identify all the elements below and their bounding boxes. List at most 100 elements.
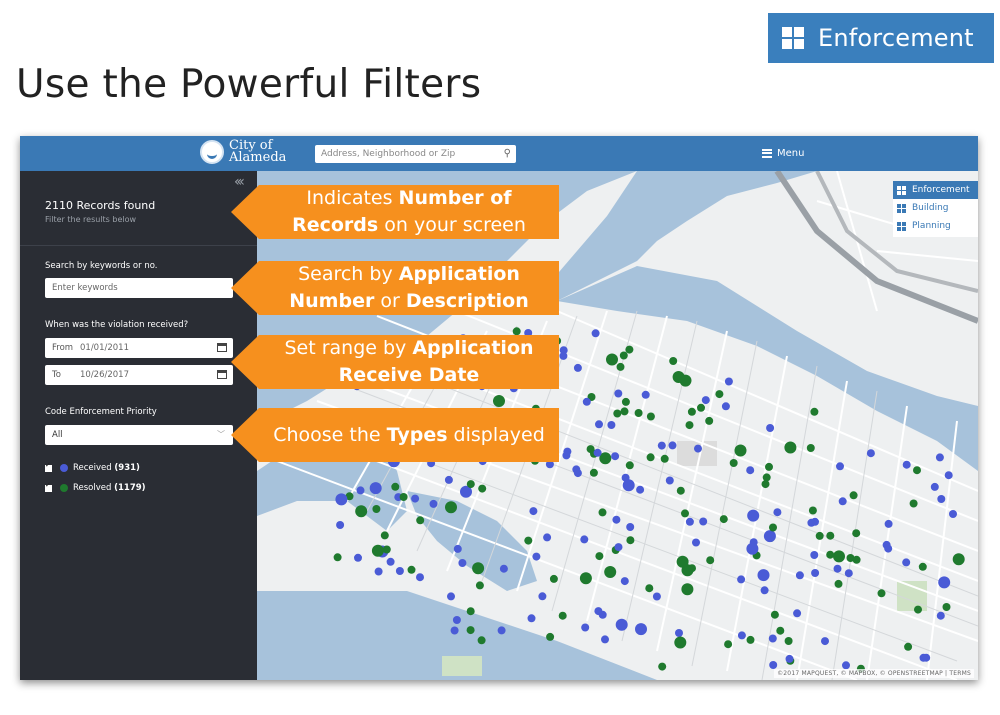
calendar-icon[interactable]	[217, 343, 227, 352]
record-marker[interactable]	[747, 509, 760, 522]
layer-building[interactable]: Building	[893, 199, 978, 217]
record-marker[interactable]	[866, 449, 875, 458]
record-marker[interactable]	[833, 550, 845, 563]
record-marker[interactable]	[621, 397, 630, 406]
record-marker[interactable]	[882, 540, 891, 549]
record-marker[interactable]	[472, 562, 485, 575]
record-marker[interactable]	[407, 565, 416, 574]
record-marker[interactable]	[937, 495, 946, 503]
record-marker[interactable]	[719, 515, 728, 524]
received-checkbox[interactable]	[45, 461, 52, 472]
layer-planning[interactable]: Planning	[893, 217, 978, 235]
record-marker[interactable]	[386, 557, 395, 566]
record-marker[interactable]	[333, 553, 342, 562]
record-marker[interactable]	[784, 637, 793, 645]
record-marker[interactable]	[721, 402, 730, 411]
record-marker[interactable]	[620, 577, 629, 586]
record-marker[interactable]	[746, 635, 755, 644]
record-marker[interactable]	[685, 421, 694, 430]
record-marker[interactable]	[619, 351, 628, 360]
to-date-input[interactable]: To 10/26/2017	[45, 365, 233, 385]
record-marker[interactable]	[635, 623, 647, 636]
record-marker[interactable]	[746, 466, 755, 475]
resolved-checkbox[interactable]	[45, 481, 52, 492]
record-marker[interactable]	[354, 553, 362, 562]
record-marker[interactable]	[669, 357, 678, 365]
record-marker[interactable]	[478, 484, 487, 493]
record-marker[interactable]	[580, 535, 589, 544]
record-marker[interactable]	[595, 420, 603, 429]
record-marker[interactable]	[466, 607, 475, 616]
city-logo[interactable]: City of Alameda	[200, 139, 286, 164]
search-icon[interactable]: ⚲	[504, 148, 511, 159]
record-marker[interactable]	[715, 390, 724, 399]
record-marker[interactable]	[532, 552, 541, 561]
record-marker[interactable]	[834, 579, 843, 588]
record-marker[interactable]	[763, 530, 776, 543]
record-marker[interactable]	[815, 531, 824, 540]
record-marker[interactable]	[806, 444, 815, 452]
keyword-input[interactable]: Enter keywords	[45, 278, 233, 298]
record-marker[interactable]	[645, 584, 654, 593]
legend-resolved[interactable]: Resolved (1179)	[45, 481, 146, 493]
record-marker[interactable]	[674, 636, 687, 649]
record-marker[interactable]	[466, 626, 475, 635]
record-marker[interactable]	[676, 486, 685, 495]
record-marker[interactable]	[445, 501, 457, 514]
record-marker[interactable]	[452, 616, 461, 624]
record-marker[interactable]	[919, 653, 928, 662]
record-marker[interactable]	[399, 493, 408, 501]
record-marker[interactable]	[625, 345, 634, 354]
record-marker[interactable]	[458, 559, 467, 567]
record-marker[interactable]	[737, 631, 746, 640]
record-marker[interactable]	[765, 462, 773, 471]
record-marker[interactable]	[369, 482, 382, 495]
record-marker[interactable]	[543, 533, 552, 542]
record-marker[interactable]	[942, 603, 951, 611]
record-marker[interactable]	[380, 531, 389, 540]
record-marker[interactable]	[705, 416, 714, 425]
record-marker[interactable]	[737, 575, 746, 584]
record-marker[interactable]	[729, 459, 738, 467]
record-marker[interactable]	[902, 460, 911, 469]
record-marker[interactable]	[657, 441, 666, 450]
record-marker[interactable]	[453, 544, 462, 553]
record-marker[interactable]	[595, 552, 604, 561]
record-marker[interactable]	[591, 329, 600, 338]
record-marker[interactable]	[450, 626, 459, 635]
record-marker[interactable]	[746, 542, 759, 555]
legend-received[interactable]: Received (931)	[45, 461, 140, 473]
record-marker[interactable]	[795, 571, 804, 580]
record-marker[interactable]	[524, 536, 533, 545]
record-marker[interactable]	[952, 553, 965, 566]
record-marker[interactable]	[374, 567, 383, 576]
record-marker[interactable]	[606, 353, 618, 366]
record-marker[interactable]	[909, 499, 918, 508]
menu-button[interactable]: Menu	[762, 147, 804, 159]
record-marker[interactable]	[336, 521, 345, 529]
record-marker[interactable]	[706, 556, 715, 565]
from-date-input[interactable]: From 01/01/2011	[45, 338, 233, 358]
record-marker[interactable]	[658, 662, 667, 671]
record-marker[interactable]	[598, 508, 607, 517]
record-marker[interactable]	[589, 468, 598, 477]
calendar-icon[interactable]	[217, 370, 227, 379]
record-marker[interactable]	[611, 452, 620, 461]
record-marker[interactable]	[579, 572, 592, 585]
record-marker[interactable]	[356, 486, 365, 495]
record-marker[interactable]	[652, 592, 661, 601]
record-marker[interactable]	[681, 583, 694, 596]
record-marker[interactable]	[593, 448, 602, 457]
record-marker[interactable]	[734, 444, 747, 457]
record-marker[interactable]	[527, 614, 536, 623]
record-marker[interactable]	[936, 611, 945, 620]
record-marker[interactable]	[615, 618, 628, 631]
record-marker[interactable]	[769, 661, 778, 669]
record-marker[interactable]	[582, 397, 591, 406]
record-marker[interactable]	[681, 509, 689, 518]
record-marker[interactable]	[594, 607, 603, 616]
record-marker[interactable]	[769, 523, 777, 532]
record-marker[interactable]	[572, 465, 581, 474]
record-marker[interactable]	[918, 562, 927, 571]
record-marker[interactable]	[768, 634, 777, 643]
